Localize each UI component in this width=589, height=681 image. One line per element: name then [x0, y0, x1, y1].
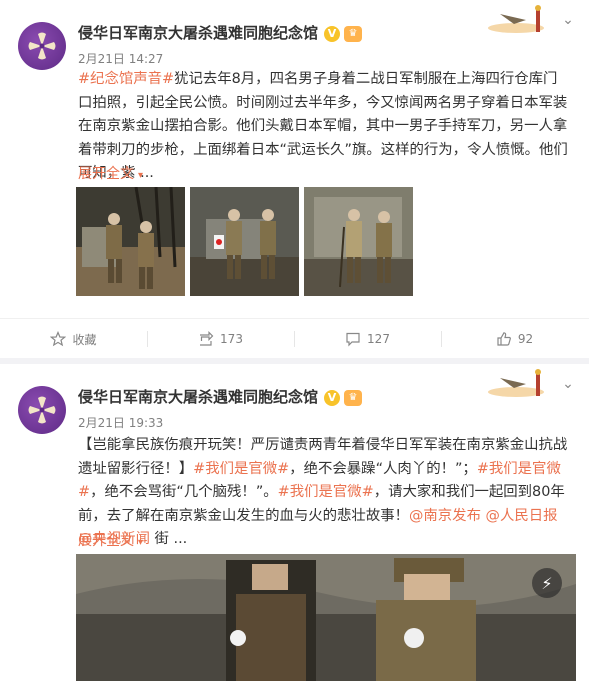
author-name-text[interactable]: 侵华日军南京大屠杀遇难同胞纪念馆 [78, 24, 318, 42]
post-video[interactable]: ⚡ [76, 554, 576, 681]
expand-arrow-icon: ▾ [138, 537, 144, 548]
repost-icon [200, 331, 214, 346]
post-text-body: 犹记去年8月，四名男子身着二战日军制服在上海四行仓库门口拍照，引起全民公愤。时间… [78, 71, 568, 181]
favorite-button[interactable]: 收藏 [0, 319, 147, 359]
verified-badge-icon: V [324, 25, 341, 42]
expand-label[interactable]: 展开全文 [78, 533, 134, 549]
post-text-body: ，绝不会暴躁“人肉丫的！”； [289, 460, 477, 477]
author-name[interactable]: 侵华日军南京大屠杀遇难同胞纪念馆 V ♛ [78, 386, 363, 407]
card-decoration-icon [488, 5, 544, 33]
post-photo-2[interactable] [190, 187, 299, 296]
favorite-label[interactable]: 收藏 [72, 331, 96, 348]
expand-label[interactable]: 展开全文 [78, 166, 134, 182]
post-time[interactable]: 2月21日 14:27 [78, 50, 163, 67]
repost-count[interactable]: 173 [220, 332, 243, 346]
post-photo-3[interactable] [304, 187, 413, 296]
post-time[interactable]: 2月21日 19:33 [78, 414, 163, 431]
author-name[interactable]: 侵华日军南京大屠杀遇难同胞纪念馆 V ♛ [78, 22, 363, 43]
like-icon [497, 332, 511, 346]
flower-logo-icon [28, 32, 56, 60]
hashtag[interactable]: #我们是官微# [278, 484, 374, 500]
video-thumbnail [76, 554, 576, 681]
chevron-down-icon[interactable]: ⌄ [560, 376, 576, 392]
comment-button[interactable]: 127 [294, 319, 441, 359]
mention-link[interactable]: @人民日报 [486, 508, 558, 524]
chevron-down-icon[interactable]: ⌄ [560, 12, 576, 28]
author-avatar[interactable] [18, 386, 66, 434]
author-avatar[interactable] [18, 22, 66, 70]
post-text-body: ，绝不会骂街“几个脑残！”。 [90, 484, 278, 500]
comment-icon [346, 332, 360, 347]
verified-badge-icon: V [324, 389, 341, 406]
expand-arrow-icon: ▾ [138, 170, 144, 181]
star-icon [50, 331, 67, 347]
comment-count[interactable]: 127 [367, 332, 390, 346]
weibo-post-card-1: 侵华日军南京大屠杀遇难同胞纪念馆 V ♛ 2月21日 14:27 ⌄ #纪念馆声音#… [0, 0, 589, 358]
like-count[interactable]: 92 [518, 332, 533, 346]
post-text: #纪念馆声音#犹记去年8月，四名男子身着二战日军制服在上海四行仓库门口拍照，引起… [78, 68, 568, 186]
hashtag[interactable]: #我们是官微# [193, 461, 289, 477]
lightning-icon[interactable]: ⚡ [532, 568, 562, 598]
post-photo-1[interactable] [76, 187, 185, 296]
card-decoration-icon [488, 369, 544, 397]
like-button[interactable]: 92 [441, 319, 588, 359]
expand-full-text-link[interactable]: 展开全文 ▾ [78, 530, 143, 550]
post-action-bar: 收藏 173 127 92 [0, 318, 589, 358]
weibo-post-card-2: 侵华日军南京大屠杀遇难同胞纪念馆 V ♛ 2月21日 19:33 ⌄ 【岂能拿民族伤… [0, 364, 589, 681]
flower-logo-icon [28, 396, 56, 424]
repost-button[interactable]: 173 [147, 319, 294, 359]
post-text-body: 街 ... [149, 531, 188, 547]
hashtag[interactable]: #纪念馆声音# [78, 71, 174, 87]
crown-icon: ♛ [344, 25, 363, 42]
post-text: 【岂能拿民族伤痕开玩笑！严厉谴责两青年着侵华日军军装在南京紫金山抗战遗址留影行径… [78, 434, 568, 552]
mention-link[interactable]: @南京发布 [409, 508, 481, 524]
author-name-text[interactable]: 侵华日军南京大屠杀遇难同胞纪念馆 [78, 388, 318, 406]
crown-icon: ♛ [344, 389, 363, 406]
expand-full-text-link[interactable]: 展开全文 ▾ [78, 163, 143, 183]
